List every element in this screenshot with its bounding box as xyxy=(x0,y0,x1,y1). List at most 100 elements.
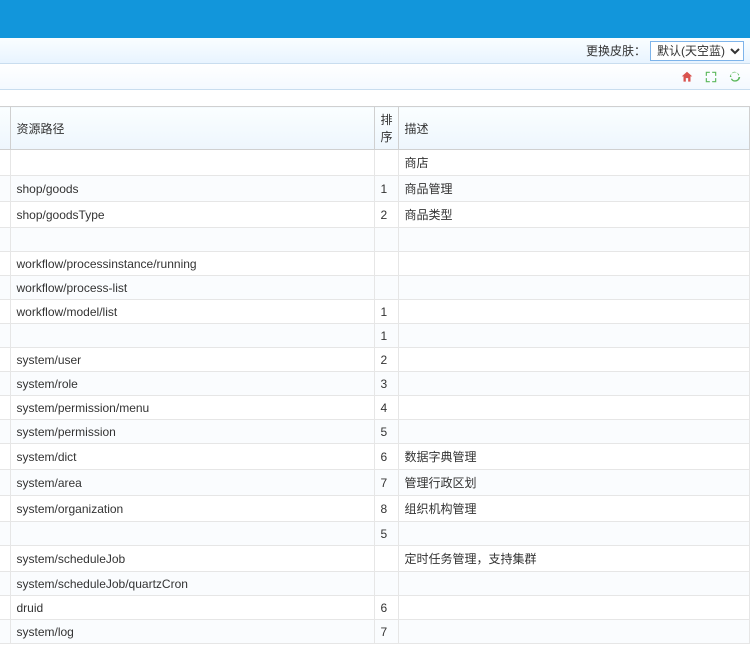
header-desc[interactable]: 描述 xyxy=(398,107,750,150)
table-row[interactable]: system/organization8组织机构管理 xyxy=(0,496,750,522)
table-row[interactable]: system/scheduleJob/quartzCron xyxy=(0,572,750,596)
cell-order: 8 xyxy=(374,496,398,522)
table-row[interactable]: system/dict6数据字典管理 xyxy=(0,444,750,470)
cell-lead xyxy=(0,324,10,348)
table-row[interactable]: workflow/process-list xyxy=(0,276,750,300)
header-path[interactable]: 资源路径 xyxy=(10,107,374,150)
cell-lead xyxy=(0,522,10,546)
refresh-icon[interactable] xyxy=(726,68,744,86)
cell-desc xyxy=(398,324,750,348)
table-row[interactable]: 商店 xyxy=(0,150,750,176)
resource-table: 资源路径 排序 描述 商店shop/goods1商品管理shop/goodsTy… xyxy=(0,106,750,644)
skin-bar: 更换皮肤： 默认(天空蓝) xyxy=(0,38,750,64)
table-row[interactable]: system/area7管理行政区划 xyxy=(0,470,750,496)
table-row[interactable]: system/permission/menu4 xyxy=(0,396,750,420)
home-icon[interactable] xyxy=(678,68,696,86)
cell-desc: 商品类型 xyxy=(398,202,750,228)
cell-path: system/role xyxy=(10,372,374,396)
table-row[interactable]: shop/goodsType2商品类型 xyxy=(0,202,750,228)
cell-path: system/permission xyxy=(10,420,374,444)
cell-lead xyxy=(0,620,10,644)
cell-lead xyxy=(0,150,10,176)
cell-order: 1 xyxy=(374,324,398,348)
table-row[interactable] xyxy=(0,228,750,252)
table-row[interactable]: system/log7 xyxy=(0,620,750,644)
cell-order xyxy=(374,150,398,176)
table-row[interactable]: system/user2 xyxy=(0,348,750,372)
cell-order: 7 xyxy=(374,620,398,644)
cell-path xyxy=(10,522,374,546)
toolbar xyxy=(0,64,750,90)
cell-order xyxy=(374,276,398,300)
cell-path xyxy=(10,150,374,176)
cell-path: shop/goods xyxy=(10,176,374,202)
cell-lead xyxy=(0,176,10,202)
cell-lead xyxy=(0,276,10,300)
table-row[interactable]: 5 xyxy=(0,522,750,546)
cell-path: system/area xyxy=(10,470,374,496)
table-row[interactable]: system/scheduleJob定时任务管理，支持集群 xyxy=(0,546,750,572)
cell-lead xyxy=(0,496,10,522)
cell-path: workflow/process-list xyxy=(10,276,374,300)
table-row[interactable]: system/role3 xyxy=(0,372,750,396)
cell-order: 7 xyxy=(374,470,398,496)
cell-path: system/scheduleJob/quartzCron xyxy=(10,572,374,596)
cell-desc xyxy=(398,596,750,620)
cell-desc xyxy=(398,348,750,372)
cell-lead xyxy=(0,202,10,228)
cell-order: 3 xyxy=(374,372,398,396)
skin-select[interactable]: 默认(天空蓝) xyxy=(650,41,744,61)
cell-path: system/dict xyxy=(10,444,374,470)
table-row[interactable]: system/permission5 xyxy=(0,420,750,444)
header-order[interactable]: 排序 xyxy=(374,107,398,150)
cell-path: system/log xyxy=(10,620,374,644)
content: 资源路径 排序 描述 商店shop/goods1商品管理shop/goodsTy… xyxy=(0,106,750,644)
cell-order: 5 xyxy=(374,522,398,546)
cell-order: 2 xyxy=(374,202,398,228)
cell-lead xyxy=(0,596,10,620)
cell-desc: 组织机构管理 xyxy=(398,496,750,522)
cell-desc xyxy=(398,228,750,252)
table-row[interactable]: druid6 xyxy=(0,596,750,620)
table-row[interactable]: workflow/model/list1 xyxy=(0,300,750,324)
top-banner xyxy=(0,0,750,38)
cell-order xyxy=(374,546,398,572)
cell-order: 1 xyxy=(374,300,398,324)
cell-order: 2 xyxy=(374,348,398,372)
cell-order: 4 xyxy=(374,396,398,420)
cell-order: 6 xyxy=(374,596,398,620)
cell-desc xyxy=(398,252,750,276)
cell-lead xyxy=(0,372,10,396)
table-row[interactable]: shop/goods1商品管理 xyxy=(0,176,750,202)
cell-path: druid xyxy=(10,596,374,620)
cell-lead xyxy=(0,470,10,496)
cell-lead xyxy=(0,396,10,420)
cell-path: workflow/processinstance/running xyxy=(10,252,374,276)
cell-desc: 定时任务管理，支持集群 xyxy=(398,546,750,572)
cell-desc xyxy=(398,372,750,396)
fullscreen-icon[interactable] xyxy=(702,68,720,86)
cell-order: 6 xyxy=(374,444,398,470)
cell-lead xyxy=(0,300,10,324)
skin-label: 更换皮肤： xyxy=(586,42,646,59)
cell-path: workflow/model/list xyxy=(10,300,374,324)
cell-order xyxy=(374,228,398,252)
header-lead xyxy=(0,107,10,150)
cell-lead xyxy=(0,348,10,372)
table-row[interactable]: workflow/processinstance/running xyxy=(0,252,750,276)
cell-lead xyxy=(0,252,10,276)
cell-lead xyxy=(0,444,10,470)
cell-order xyxy=(374,252,398,276)
table-header-row: 资源路径 排序 描述 xyxy=(0,107,750,150)
cell-desc xyxy=(398,572,750,596)
cell-path: shop/goodsType xyxy=(10,202,374,228)
table-row[interactable]: 1 xyxy=(0,324,750,348)
cell-desc xyxy=(398,276,750,300)
cell-lead xyxy=(0,420,10,444)
cell-path xyxy=(10,228,374,252)
cell-desc xyxy=(398,396,750,420)
cell-desc xyxy=(398,420,750,444)
cell-desc: 管理行政区划 xyxy=(398,470,750,496)
cell-order: 5 xyxy=(374,420,398,444)
cell-lead xyxy=(0,546,10,572)
